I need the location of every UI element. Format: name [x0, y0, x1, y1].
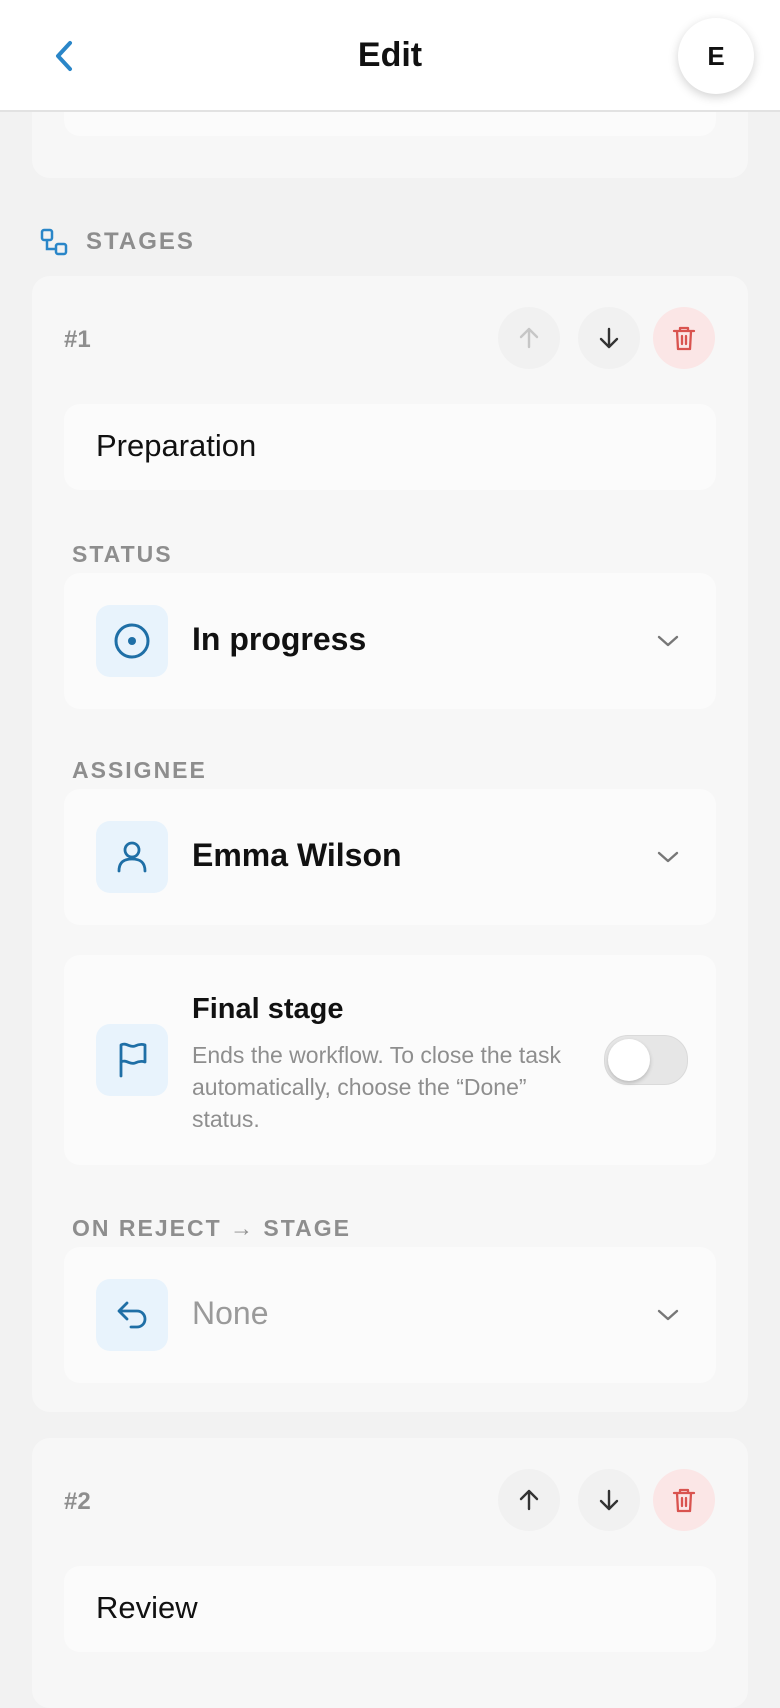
page-title: Edit	[357, 36, 423, 74]
stage-card: #2 Review	[32, 1438, 748, 1708]
move-down-button[interactable]	[578, 307, 640, 369]
on-reject-label: ON REJECT → STAGE	[72, 1215, 351, 1241]
chevron-down-icon	[654, 1301, 682, 1329]
move-down-button[interactable]	[578, 1469, 640, 1531]
stages-icon	[40, 228, 68, 256]
in-progress-icon	[114, 623, 150, 659]
trash-icon	[672, 326, 696, 351]
status-value: In progress	[192, 621, 367, 657]
trash-icon	[672, 1488, 696, 1513]
assignee-icon-box	[96, 821, 168, 893]
stage-name-field[interactable]: Review	[64, 1566, 716, 1652]
assignee-label: ASSIGNEE	[72, 757, 207, 783]
arrow-down-icon	[599, 327, 619, 349]
stages-section-header: STAGES	[40, 228, 195, 256]
stage-card: #1 Preparation STATUS In progress ASSIGN…	[32, 276, 748, 1412]
delete-stage-button[interactable]	[653, 307, 715, 369]
assignee-value: Emma Wilson	[192, 837, 402, 873]
status-select[interactable]: In progress	[64, 573, 716, 709]
undo-icon	[117, 1301, 147, 1329]
toggle-knob	[608, 1039, 650, 1081]
final-stage-toggle[interactable]	[604, 1035, 688, 1085]
arrow-up-icon	[519, 1489, 539, 1511]
avatar[interactable]: E	[678, 18, 754, 94]
section-title: STAGES	[86, 228, 195, 255]
stage-name-field[interactable]: Preparation	[64, 404, 716, 490]
arrow-down-icon	[599, 1489, 619, 1511]
chevron-down-icon	[654, 843, 682, 871]
final-stage-row: Final stage Ends the workflow. To close …	[64, 955, 716, 1165]
final-stage-description: Ends the workflow. To close the task aut…	[192, 1042, 562, 1132]
final-stage-title: Final stage	[192, 993, 344, 1025]
assignee-select[interactable]: Emma Wilson	[64, 789, 716, 925]
stage-number: #2	[64, 1488, 91, 1515]
final-icon-box	[96, 1024, 168, 1096]
stage-name-value: Preparation	[96, 428, 257, 463]
move-up-button[interactable]	[498, 307, 560, 369]
on-reject-select[interactable]: None	[64, 1247, 716, 1383]
delete-stage-button[interactable]	[653, 1469, 715, 1531]
flag-icon	[119, 1042, 147, 1078]
move-up-button[interactable]	[498, 1469, 560, 1531]
on-reject-value: None	[192, 1295, 269, 1331]
status-icon-box	[96, 605, 168, 677]
chevron-down-icon	[654, 627, 682, 655]
arrow-up-icon	[519, 327, 539, 349]
user-icon	[117, 841, 147, 873]
reject-icon-box	[96, 1279, 168, 1351]
stage-name-value: Review	[96, 1590, 198, 1625]
top-bar: Edit E	[0, 0, 780, 112]
stage-number: #1	[64, 326, 91, 353]
status-label: STATUS	[72, 541, 173, 567]
